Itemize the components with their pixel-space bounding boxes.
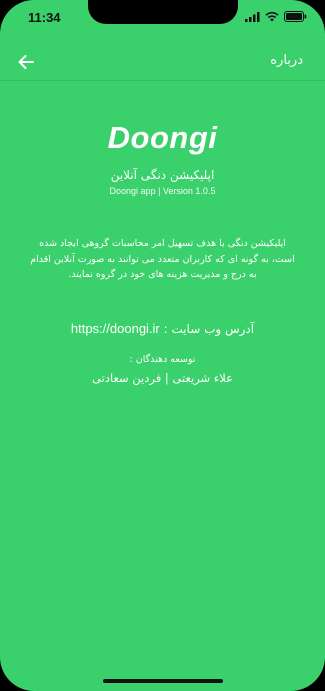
website-row: آدرس وب سایت : https://doongi.ir (0, 321, 325, 336)
app-description: اپلیکیشن دنگی با هدف تسهیل امر محاسبات گ… (30, 238, 295, 281)
status-bar: 11:34 (0, 0, 325, 34)
device-notch (88, 0, 238, 24)
phone-screen: 11:34 درباره Doongi اپلیکیشن دنگی آنلاین… (0, 0, 325, 691)
wifi-icon (265, 11, 279, 21)
home-indicator[interactable] (102, 679, 223, 683)
website-link[interactable]: https://doongi.ir (71, 321, 160, 336)
page-title: درباره (270, 53, 303, 68)
signal-icon (245, 11, 260, 22)
app-version: Doongi app | Version 1.0.5 (109, 186, 216, 196)
back-button[interactable] (16, 52, 36, 72)
status-icons (245, 11, 307, 22)
developers-label: توسعه دهندگان : (129, 354, 196, 366)
arrow-left-icon[interactable] (16, 52, 36, 72)
status-time: 11:34 (28, 10, 61, 25)
about-content: Doongi اپلیکیشن دنگی آنلاین Doongi app |… (0, 120, 325, 385)
app-logo: Doongi (107, 120, 218, 155)
developers-names: علاء شریعتی | فردین سعادتی (92, 371, 233, 386)
app-subtitle: اپلیکیشن دنگی آنلاین (110, 168, 215, 182)
battery-icon (284, 11, 307, 22)
website-label: آدرس وب سایت : (159, 322, 255, 337)
app-bar: درباره (0, 44, 325, 81)
